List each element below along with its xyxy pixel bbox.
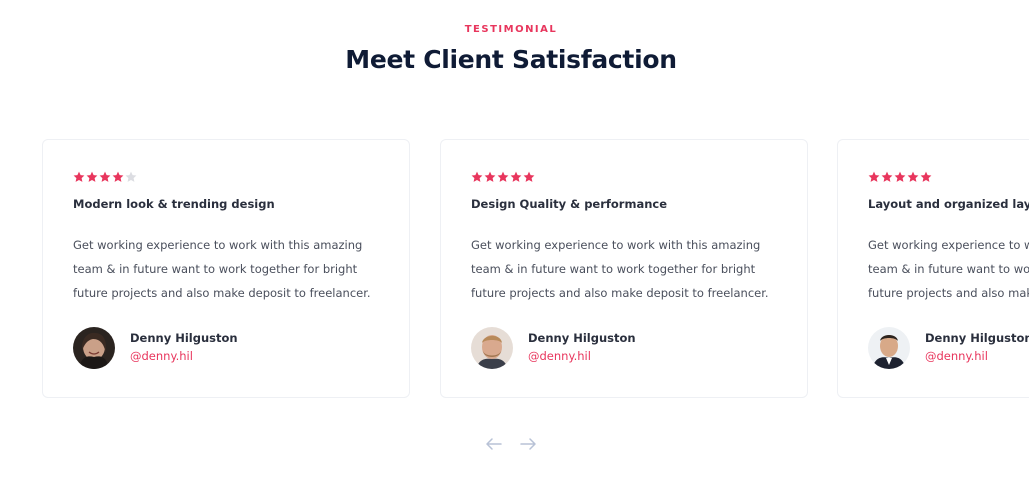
star-filled-icon xyxy=(99,168,111,182)
section-eyebrow: TESTIMONIAL xyxy=(464,24,558,35)
testimonial-text: Get working experience to work with this… xyxy=(868,238,1029,300)
star-filled-icon xyxy=(907,168,919,182)
star-filled-icon xyxy=(894,168,906,182)
person-handle[interactable]: @denny.hil xyxy=(925,349,988,363)
testimonial-title: Layout and organized layers xyxy=(868,197,1029,211)
star-filled-icon xyxy=(868,168,880,182)
person-handle[interactable]: @denny.hil xyxy=(130,349,193,363)
arrow-right-icon[interactable] xyxy=(518,434,538,454)
star-rating xyxy=(471,168,535,182)
star-filled-icon xyxy=(86,168,98,182)
person-name: Denny Hilguston xyxy=(528,331,636,345)
star-rating xyxy=(73,168,137,182)
testimonial-title: Design Quality & performance xyxy=(471,197,668,211)
testimonial-card: Modern look & trending design Get workin… xyxy=(42,139,410,398)
testimonial-card: Design Quality & performance Get working… xyxy=(440,139,808,398)
testimonial-section: TESTIMONIAL Meet Client Satisfaction Mod… xyxy=(0,0,1029,497)
star-filled-icon xyxy=(471,168,483,182)
star-filled-icon xyxy=(881,168,893,182)
star-filled-icon xyxy=(112,168,124,182)
section-title: Meet Client Satisfaction xyxy=(345,45,677,74)
person-name: Denny Hilguston xyxy=(130,331,238,345)
person-name: Denny Hilguston xyxy=(925,331,1029,345)
testimonial-carousel[interactable]: Modern look & trending design Get workin… xyxy=(42,139,1029,401)
avatar xyxy=(73,327,115,369)
avatar xyxy=(471,327,513,369)
star-filled-icon xyxy=(497,168,509,182)
star-empty-icon xyxy=(125,168,137,182)
carousel-nav xyxy=(484,434,538,454)
testimonial-text: Get working experience to work with this… xyxy=(471,238,769,300)
arrow-left-icon[interactable] xyxy=(484,434,504,454)
testimonial-title: Modern look & trending design xyxy=(73,197,275,211)
star-filled-icon xyxy=(920,168,932,182)
testimonial-card: Layout and organized layers Get working … xyxy=(837,139,1029,398)
testimonial-text: Get working experience to work with this… xyxy=(73,238,371,300)
star-filled-icon xyxy=(510,168,522,182)
avatar xyxy=(868,327,910,369)
star-rating xyxy=(868,168,932,182)
star-filled-icon xyxy=(73,168,85,182)
star-filled-icon xyxy=(484,168,496,182)
star-filled-icon xyxy=(523,168,535,182)
person-handle[interactable]: @denny.hil xyxy=(528,349,591,363)
